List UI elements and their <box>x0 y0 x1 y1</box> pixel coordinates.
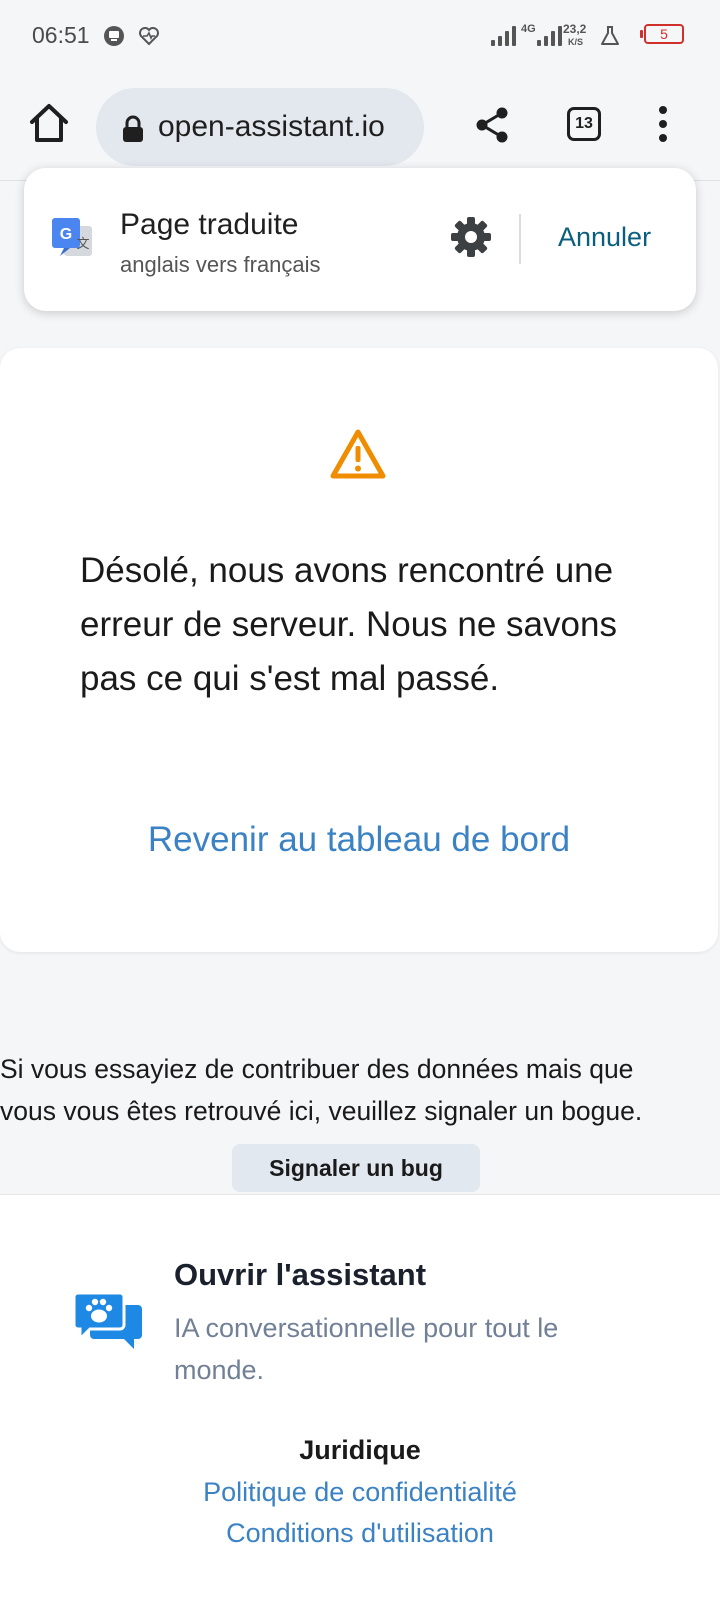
browser-toolbar: open-assistant.io 13 <box>0 72 720 181</box>
error-message: Désolé, nous avons rencontré une erreur … <box>80 551 617 698</box>
report-bug-button[interactable]: Signaler un bug <box>232 1144 480 1192</box>
chat-bubbles-logo-icon <box>72 1291 142 1349</box>
translate-subtitle: anglais vers français <box>120 252 321 277</box>
error-card: Désolé, nous avons rencontré une erreur … <box>0 348 718 952</box>
network-type-label: 4G <box>521 23 536 35</box>
status-bar: 06:51 4G 23,2 K/S 5 <box>0 0 720 72</box>
svg-text:文: 文 <box>76 237 89 252</box>
google-translate-icon: G 文 <box>52 218 92 256</box>
dashboard-link[interactable]: Revenir au tableau de bord <box>0 820 718 860</box>
address-bar[interactable]: open-assistant.io <box>96 88 424 166</box>
more-options-icon[interactable] <box>656 106 670 146</box>
translate-cancel-button[interactable]: Annuler <box>558 222 651 253</box>
lab-flask-icon <box>601 26 619 45</box>
network-speed-value: 23,2 <box>563 22 587 36</box>
warning-icon <box>330 429 386 479</box>
page-content: Désolé, nous avons rencontré une erreur … <box>0 180 720 1612</box>
footer: Ouvrir l'assistant IA conversationnelle … <box>0 1194 720 1612</box>
lock-icon <box>123 115 143 142</box>
url-text: open-assistant.io <box>158 110 385 143</box>
bug-report-line-1: Si vous essayiez de contribuer des donné… <box>0 1054 634 1084</box>
status-time: 06:51 <box>32 22 90 48</box>
home-icon[interactable] <box>26 100 72 146</box>
tab-switcher-button[interactable]: 13 <box>567 107 601 141</box>
privacy-policy-link[interactable]: Politique de confidentialité <box>0 1477 720 1508</box>
brand-name: Ouvrir l'assistant <box>174 1257 427 1292</box>
settings-gear-icon[interactable] <box>450 216 492 258</box>
share-icon[interactable] <box>474 106 510 144</box>
terms-of-use-link[interactable]: Conditions d'utilisation <box>0 1518 720 1549</box>
download-notification-icon <box>104 26 124 46</box>
translate-bar: G 文 Page traduite anglais vers français … <box>24 168 696 311</box>
legal-heading: Juridique <box>299 1435 421 1465</box>
network-speed-unit: K/S <box>568 37 584 47</box>
bug-report-line-2: vous vous êtes retrouvé ici, veuillez si… <box>0 1096 643 1126</box>
bug-report-text: Si vous essayiez de contribuer des donné… <box>0 1048 720 1132</box>
battery-indicator: 5 <box>640 24 684 44</box>
signal-strength-icon <box>491 24 516 46</box>
translate-divider <box>519 214 521 264</box>
translate-title: Page traduite <box>120 208 299 241</box>
signal-strength-2-icon <box>537 24 562 46</box>
brand-tagline: IA conversationnelle pour tout le monde. <box>174 1313 559 1385</box>
svg-text:G: G <box>60 226 72 243</box>
heart-rate-icon <box>139 27 159 46</box>
